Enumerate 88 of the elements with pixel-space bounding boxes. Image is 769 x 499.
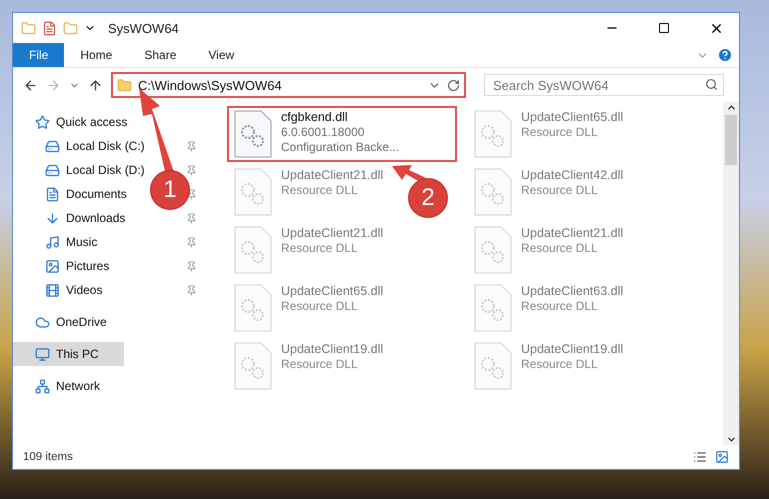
file-item[interactable]: UpdateClient65.dll Resource DLL	[467, 106, 630, 162]
file-name: UpdateClient21.dll	[281, 168, 384, 183]
properties-icon[interactable]	[42, 20, 57, 36]
file-detail: Resource DLL	[521, 241, 599, 256]
file-detail: Configuration Backe...	[281, 140, 400, 155]
file-name: UpdateClient19.dll	[281, 342, 384, 357]
file-item[interactable]: UpdateClient65.dll Resource DLL	[227, 280, 390, 336]
arrow	[392, 165, 426, 182]
file-item[interactable]: UpdateClient21.dll Resource DLL	[227, 222, 390, 278]
file-item[interactable]: UpdateClient42.dll Resource DLL	[467, 164, 630, 220]
file-name: UpdateClient19.dll	[521, 342, 624, 357]
sidebar-item[interactable]: OneDrive	[13, 310, 115, 334]
file-item[interactable]: UpdateClient21.dll Resource DLL	[227, 164, 390, 220]
sidebar-item[interactable]: Local Disk (C:)	[13, 134, 153, 158]
pin-icon[interactable]	[186, 140, 197, 152]
sidebar-item[interactable]: Network	[13, 374, 108, 398]
settings-file-icon	[233, 226, 273, 274]
file-name: UpdateClient42.dll	[521, 168, 624, 183]
file-item[interactable]: UpdateClient19.dll Resource DLL	[227, 338, 390, 394]
up-icon[interactable]	[88, 78, 103, 92]
file-detail: 6.0.6001.18000	[281, 125, 366, 140]
file-item[interactable]: cfgbkend.dll 6.0.6001.18000 Configuration Backe...	[227, 106, 457, 162]
settings-file-icon	[233, 110, 273, 158]
address-field[interactable]: C:\Windows\SysWOW64	[111, 72, 466, 98]
file-detail: Resource DLL	[281, 241, 359, 256]
pin-icon[interactable]	[186, 284, 197, 296]
file-detail: Resource DLL	[521, 357, 599, 372]
file-item[interactable]: UpdateClient19.dll Resource DLL	[467, 338, 630, 394]
settings-file-icon	[473, 342, 513, 390]
folder-icon	[117, 78, 132, 92]
help-icon[interactable]	[717, 47, 733, 63]
file-detail: Resource DLL	[281, 183, 359, 198]
details-view-icon[interactable]	[693, 450, 707, 464]
ribbon-tab[interactable]: File	[13, 43, 64, 67]
file-name: UpdateClient21.dll	[521, 226, 624, 241]
sidebar-item[interactable]: This PC	[13, 342, 124, 366]
file-detail: Resource DLL	[521, 183, 599, 198]
file-detail: Resource DLL	[521, 299, 599, 314]
file-detail: Resource DLL	[521, 125, 599, 140]
settings-file-icon	[233, 342, 273, 390]
music-note-icon	[45, 234, 60, 250]
sidebar-item[interactable]: Videos	[13, 278, 110, 302]
sidebar-item[interactable]: Quick access	[13, 110, 136, 134]
maximize-icon	[658, 22, 670, 34]
cloud-icon	[35, 314, 50, 330]
search-icon	[705, 78, 718, 91]
sidebar-item[interactable]: Downloads	[13, 206, 134, 230]
file-item[interactable]: UpdateClient63.dll Resource DLL	[467, 280, 630, 336]
file-detail: Resource DLL	[281, 357, 359, 372]
back-icon[interactable]	[23, 78, 38, 92]
film-icon	[45, 282, 60, 298]
picture-icon	[45, 258, 60, 274]
file-item[interactable]: UpdateClient21.dll Resource DLL	[467, 222, 630, 278]
file-name: UpdateClient65.dll	[521, 110, 624, 125]
star-icon	[35, 114, 50, 130]
scrollbar-thumb[interactable]	[725, 115, 737, 165]
sidebar-item[interactable]: Music	[13, 230, 106, 254]
file-name: cfgbkend.dll	[281, 110, 349, 125]
drive-icon	[45, 138, 60, 154]
sidebar-item[interactable]: Pictures	[13, 254, 118, 278]
large-icons-view-icon[interactable]	[715, 450, 729, 464]
file-name: UpdateClient21.dll	[281, 226, 384, 241]
settings-file-icon	[233, 168, 273, 216]
settings-file-icon	[473, 226, 513, 274]
refresh-icon[interactable]	[447, 78, 460, 92]
monitor-icon	[35, 346, 50, 362]
settings-file-icon	[233, 284, 273, 332]
pin-icon[interactable]	[186, 188, 197, 200]
file-name: UpdateClient63.dll	[521, 284, 624, 299]
file-detail: Resource DLL	[281, 299, 359, 314]
settings-file-icon	[473, 168, 513, 216]
search-field[interactable]: Search SysWOW64	[484, 74, 724, 96]
sidebar-item[interactable]: Documents	[13, 182, 135, 206]
pin-icon[interactable]	[186, 212, 197, 224]
pin-icon[interactable]	[186, 236, 197, 248]
sidebar-item[interactable]: Local Disk (D:)	[13, 158, 153, 182]
pin-icon[interactable]	[186, 260, 197, 272]
scrollbar[interactable]	[723, 102, 739, 445]
item-count: 109 items	[23, 451, 73, 463]
settings-file-icon	[473, 284, 513, 332]
network-icon	[35, 378, 50, 394]
download-icon	[45, 210, 60, 226]
file-name: UpdateClient65.dll	[281, 284, 384, 299]
pin-icon[interactable]	[186, 164, 197, 176]
document-icon	[45, 186, 60, 202]
drive-icon	[45, 162, 60, 178]
window-title: SysWOW64	[108, 20, 179, 36]
settings-file-icon	[473, 110, 513, 158]
